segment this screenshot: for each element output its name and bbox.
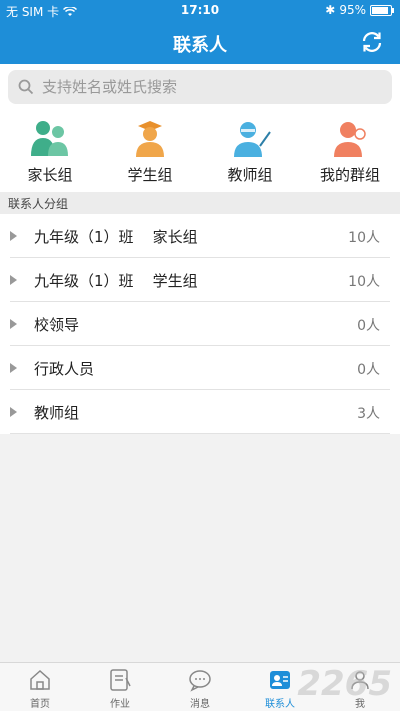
group-label: 学生组: [127, 166, 173, 184]
status-bar: 无 SIM 卡 17:10 ✱ 95%: [0, 0, 400, 20]
tab-label: 消息: [190, 699, 210, 710]
contacts-icon: [270, 671, 290, 689]
group-teachers[interactable]: 教师组: [200, 110, 300, 192]
tab-label: 作业: [110, 699, 130, 710]
search-bar: [0, 64, 400, 110]
expand-arrow-icon: [10, 407, 17, 417]
group-mine[interactable]: 我的群组: [300, 110, 400, 192]
list-item-name: 行政人员: [34, 360, 95, 378]
tab-label: 联系人: [265, 699, 295, 710]
refresh-icon[interactable]: [360, 30, 384, 54]
tab-home[interactable]: 首页: [0, 663, 80, 711]
list-item-name: 教师组: [34, 404, 80, 422]
watermark: 2265: [297, 664, 392, 704]
homework-icon: [110, 669, 131, 691]
search-icon: [18, 79, 34, 95]
group-label: 我的群组: [319, 166, 380, 184]
nav-bar: 联系人: [0, 20, 400, 64]
list-item-name: 九年级（1）班 家长组: [34, 228, 198, 246]
list-item-name: 九年级（1）班 学生组: [34, 272, 198, 290]
group-label: 教师组: [227, 166, 273, 184]
list-item[interactable]: 教师组 3人: [10, 390, 390, 434]
list-item-count: 10人: [348, 230, 380, 246]
tab-homework[interactable]: 作业: [80, 663, 160, 711]
tab-label: 首页: [30, 699, 50, 710]
battery-icon: [370, 4, 394, 16]
list-item-count: 3人: [357, 406, 380, 422]
teacher-icon: [234, 122, 271, 157]
list-item[interactable]: 九年级（1）班 学生组 10人: [10, 258, 390, 302]
group-shortcuts: 家长组 学生组 教师组 我的群组: [0, 110, 400, 192]
expand-arrow-icon: [10, 231, 17, 241]
message-icon: [189, 670, 211, 692]
battery-percent: 95%: [339, 3, 366, 17]
group-label: 家长组: [27, 166, 73, 184]
page-title: 联系人: [173, 35, 227, 56]
section-header: 联系人分组: [0, 192, 400, 214]
list-item[interactable]: 九年级（1）班 家长组 10人: [10, 214, 390, 258]
list-item-count: 0人: [357, 318, 380, 334]
list-item[interactable]: 校领导 0人: [10, 302, 390, 346]
home-icon: [30, 669, 50, 690]
list-item[interactable]: 行政人员 0人: [10, 346, 390, 390]
expand-arrow-icon: [10, 363, 17, 373]
contact-group-list: 九年级（1）班 家长组 10人 九年级（1）班 学生组 10人 校领导 0人 行…: [0, 214, 400, 434]
list-item-count: 10人: [348, 274, 380, 290]
parents-icon: [31, 121, 68, 156]
section-title: 联系人分组: [8, 197, 69, 211]
student-icon: [136, 121, 164, 157]
tab-messages[interactable]: 消息: [160, 663, 240, 711]
group-students[interactable]: 学生组: [100, 110, 200, 192]
list-item-name: 校领导: [34, 316, 80, 334]
bluetooth-icon: ✱: [325, 3, 336, 17]
expand-arrow-icon: [10, 319, 17, 329]
my-group-icon: [334, 122, 366, 157]
search-box[interactable]: [8, 70, 392, 104]
group-parents[interactable]: 家长组: [0, 110, 100, 192]
list-item-count: 0人: [357, 362, 380, 378]
search-input[interactable]: [40, 77, 384, 97]
expand-arrow-icon: [10, 275, 17, 285]
